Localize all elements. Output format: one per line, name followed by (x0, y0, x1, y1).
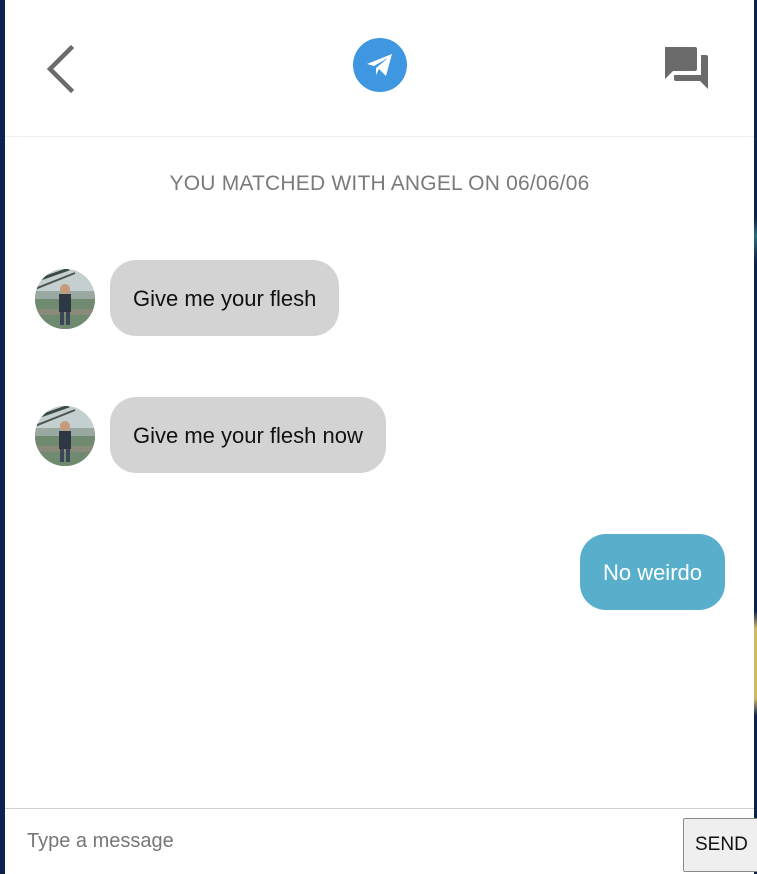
paper-plane-icon (367, 54, 392, 76)
message-row-outgoing: No weirdo (5, 534, 754, 612)
app-logo[interactable] (353, 38, 407, 92)
message-bubble-incoming: Give me your flesh now (110, 397, 386, 473)
chat-screen: YOU MATCHED WITH ANGEL ON 06/06/06 Give … (5, 0, 757, 874)
message-input[interactable] (5, 809, 675, 873)
message-bubble-outgoing: No weirdo (579, 534, 725, 610)
message-bubble-incoming: Give me your flesh (110, 260, 340, 336)
avatar[interactable] (35, 269, 95, 329)
avatar-photo (35, 406, 95, 466)
match-notice: YOU MATCHED WITH ANGEL ON 06/06/06 (169, 172, 590, 195)
send-button[interactable]: SEND (683, 818, 757, 872)
message-composer: SEND (5, 808, 757, 874)
back-button[interactable] (41, 44, 81, 94)
forum-icon (665, 47, 708, 89)
message-row-incoming: Give me your flesh now (5, 397, 754, 475)
message-row-incoming: Give me your flesh (5, 260, 754, 338)
avatar[interactable] (35, 406, 95, 466)
chevron-left-icon (46, 44, 75, 94)
chats-button[interactable] (664, 45, 710, 91)
avatar-photo (35, 269, 95, 329)
header (5, 0, 754, 137)
